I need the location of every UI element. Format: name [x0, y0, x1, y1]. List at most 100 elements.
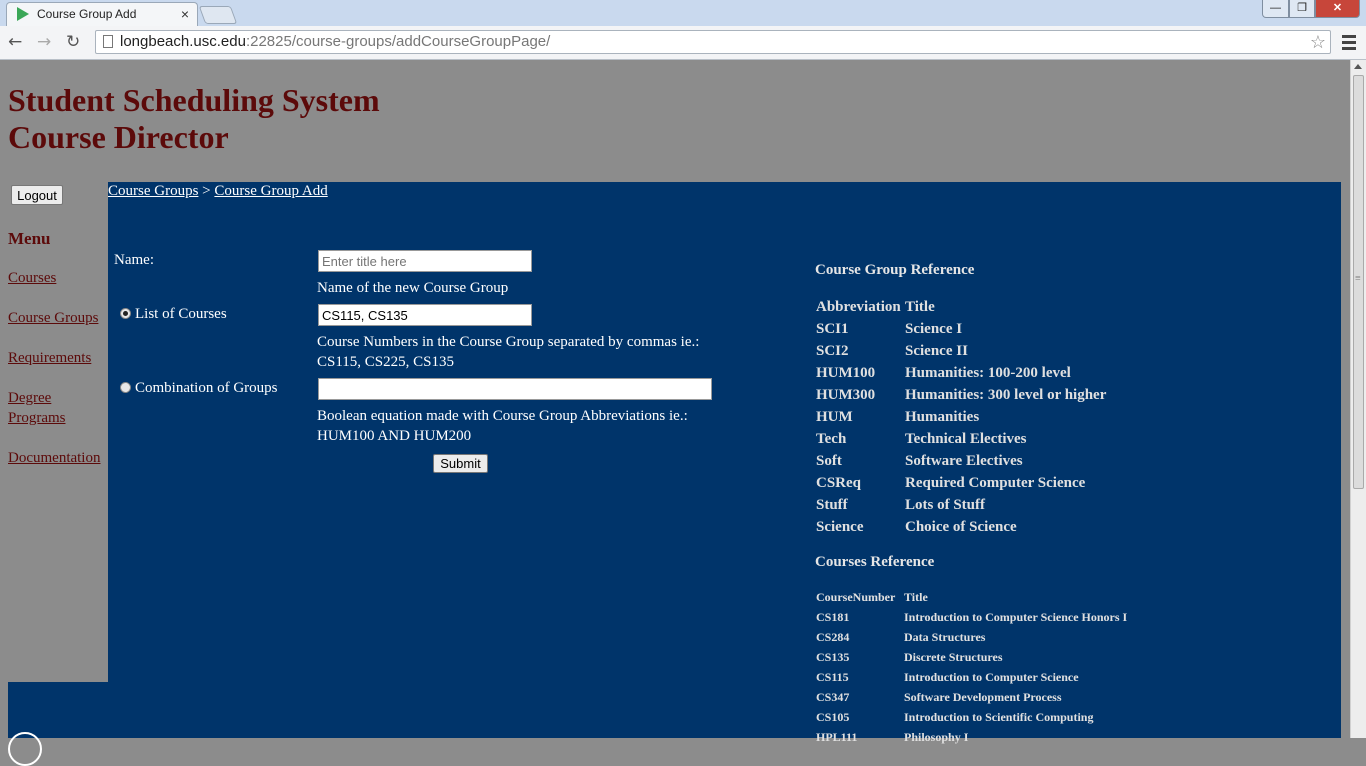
combination-help: Boolean equation made with Course Group … [317, 408, 688, 444]
name-help: Name of the new Course Group [317, 280, 509, 296]
scroll-thumb[interactable] [1353, 75, 1364, 489]
table-header-row: Abbreviation Title [816, 296, 1109, 318]
tab-title: Course Group Add [37, 7, 137, 21]
name-input[interactable] [318, 250, 532, 272]
table-row: Science Choice of Science [816, 516, 1109, 538]
address-bar[interactable]: longbeach.usc.edu:22825/course-groups/ad… [95, 30, 1331, 54]
table-row: HUM300 Humanities: 300 level or higher [816, 384, 1109, 406]
row-code: SCI2 [816, 342, 849, 359]
row-code: HUM100 [816, 364, 876, 381]
content-panel-extension [8, 682, 108, 738]
bookmark-star-icon[interactable]: ☆ [1310, 31, 1326, 53]
row-title: Introduction to Scientific Computing [904, 709, 1094, 724]
forward-arrow-icon[interactable]: → [37, 32, 51, 52]
play-icon [17, 7, 29, 21]
circle-icon [8, 732, 42, 766]
row-code: CS115 [816, 669, 849, 684]
row-code: Tech [816, 430, 847, 447]
row-title: Humanities [905, 408, 980, 425]
page-body: Student Scheduling System Course Directo… [0, 60, 1350, 766]
column-header: Title [905, 298, 935, 315]
sidebar-item-documentation[interactable]: Documentation [8, 448, 100, 468]
table-row: CS347 Software Development Process [816, 687, 1130, 707]
row-title: Required Computer Science [905, 474, 1086, 491]
table-row: CS105 Introduction to Scientific Computin… [816, 707, 1130, 727]
group-reference-table: Abbreviation Title SCI1 Science I SCI2 Scie… [816, 296, 1109, 538]
row-code: Science [816, 518, 864, 535]
row-code: HUM [816, 408, 853, 425]
row-code: Soft [816, 452, 842, 469]
combination-input[interactable] [318, 378, 712, 400]
reload-icon[interactable]: ↻ [66, 32, 80, 52]
row-code: CS347 [816, 689, 850, 704]
table-row: HPL111 Philosophy I [816, 727, 1130, 747]
breadcrumb-course-group-add[interactable]: Course Group Add [214, 183, 327, 199]
course-list-help: Course Numbers in the Course Group separ… [317, 334, 700, 370]
row-code: SCI1 [816, 320, 849, 337]
table-row: CS115 Introduction to Computer Science [816, 667, 1130, 687]
sidebar-item-requirements[interactable]: Requirements [8, 348, 91, 368]
url-host: longbeach.usc.edu [120, 33, 246, 50]
row-title: Discrete Structures [904, 649, 1003, 664]
row-code: Stuff [816, 496, 848, 513]
row-title: Philosophy I [904, 729, 969, 744]
list-of-courses-radio[interactable] [120, 308, 131, 319]
vertical-scrollbar[interactable] [1350, 60, 1366, 738]
row-title: Data Structures [904, 629, 986, 644]
row-code: CS284 [816, 629, 850, 644]
sidebar-item-degree-programs[interactable]: Degree Programs [8, 388, 78, 428]
table-row: CS284 Data Structures [816, 627, 1130, 647]
menu-heading: Menu [8, 229, 51, 248]
courses-reference-table: CourseNumber Title CS181 Introduction to … [816, 587, 1130, 747]
maximize-button[interactable]: ❐ [1289, 0, 1315, 18]
row-title: Science I [905, 320, 963, 337]
new-tab-button[interactable] [198, 6, 238, 24]
table-row: Stuff Lots of Stuff [816, 494, 1109, 516]
back-arrow-icon[interactable]: ← [8, 32, 22, 52]
row-title: Introduction to Computer Science Honors … [904, 609, 1128, 624]
table-row: CS135 Discrete Structures [816, 647, 1130, 667]
row-title: Lots of Stuff [905, 496, 986, 513]
table-row: CSReq Required Computer Science [816, 472, 1109, 494]
name-label: Name: [114, 252, 154, 268]
minimize-button[interactable]: — [1262, 0, 1289, 18]
row-title: Software Electives [905, 452, 1023, 469]
breadcrumb: Course Groups > Course Group Add [108, 183, 328, 200]
breadcrumb-course-groups[interactable]: Course Groups [108, 183, 198, 199]
close-tab-icon[interactable]: × [181, 6, 189, 22]
browser-tab[interactable]: Course Group Add × [6, 2, 198, 26]
row-code: CS135 [816, 649, 850, 664]
sidebar-item-courses[interactable]: Courses [8, 268, 56, 288]
combination-of-groups-radio[interactable] [120, 382, 131, 393]
logout-button[interactable]: Logout [11, 185, 63, 205]
row-title: Humanities: 300 level or higher [905, 386, 1107, 403]
table-row: SCI2 Science II [816, 340, 1109, 362]
column-header: Abbreviation [816, 298, 901, 315]
row-code: CSReq [816, 474, 862, 491]
page-title: Student Scheduling System Course Directo… [8, 82, 380, 156]
scroll-up-arrow-icon[interactable] [1354, 64, 1362, 69]
page-icon [103, 35, 113, 48]
submit-button[interactable]: Submit [433, 454, 488, 473]
page-title-line2: Course Director [8, 119, 229, 155]
close-window-button[interactable]: ✕ [1315, 0, 1360, 18]
browser-toolbar: ← → ↻ longbeach.usc.edu:22825/course-gro… [0, 26, 1366, 60]
table-row: Tech Technical Electives [816, 428, 1109, 450]
breadcrumb-separator: > [198, 183, 215, 199]
table-row: CS181 Introduction to Computer Science Ho… [816, 607, 1130, 627]
row-code: CS105 [816, 709, 850, 724]
window-titlebar: Course Group Add × — ❐ ✕ [0, 0, 1366, 26]
group-reference-title: Course Group Reference [815, 262, 975, 278]
table-row: HUM100 Humanities: 100-200 level [816, 362, 1109, 384]
column-header: Title [904, 589, 928, 604]
row-title: Technical Electives [905, 430, 1027, 447]
row-title: Introduction to Computer Science [904, 669, 1079, 684]
row-title: Choice of Science [905, 518, 1017, 535]
sidebar-item-course-groups[interactable]: Course Groups [8, 308, 98, 328]
url-text: longbeach.usc.edu:22825/course-groups/ad… [120, 31, 550, 53]
row-title: Science II [905, 342, 968, 359]
table-row: Soft Software Electives [816, 450, 1109, 472]
browser-menu-icon[interactable] [1340, 32, 1358, 52]
row-code: HUM300 [816, 386, 876, 403]
course-list-input[interactable] [318, 304, 532, 326]
